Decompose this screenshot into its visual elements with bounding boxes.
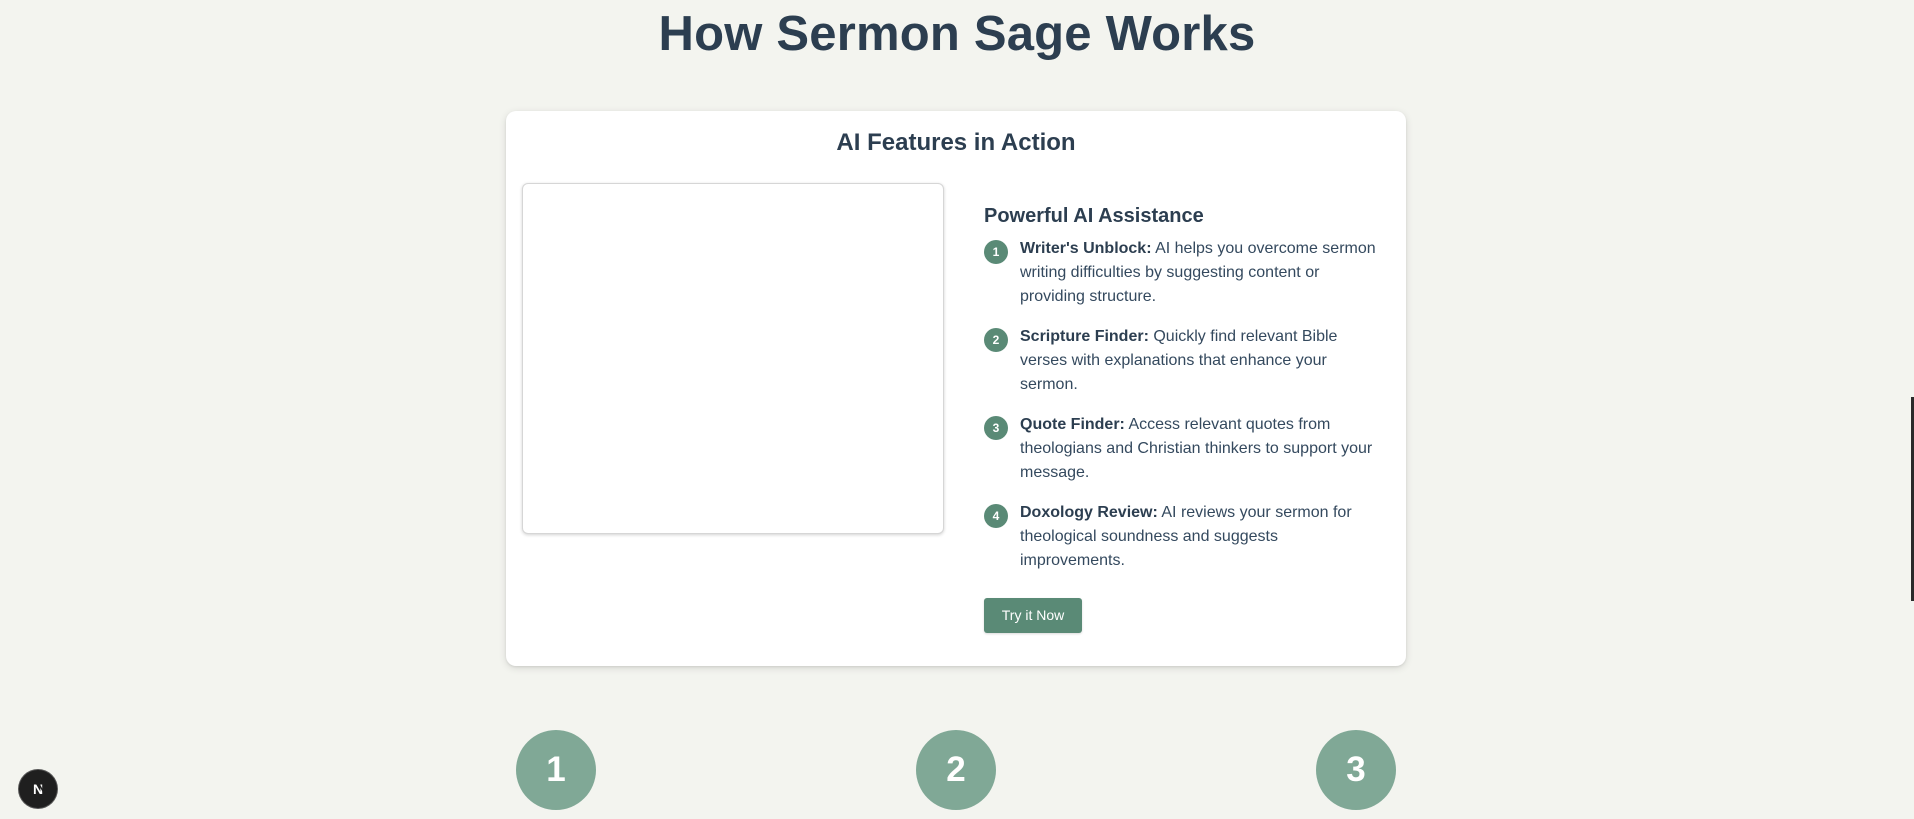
ai-features-card: AI Features in Action Powerful AI Assist… xyxy=(506,111,1406,666)
card-title: AI Features in Action xyxy=(836,129,1076,156)
step-circle-2: 2 xyxy=(916,730,996,810)
feature-item-writers-unblock: 1 Writer's Unblock: AI helps you overcom… xyxy=(984,237,1384,309)
feature-name: Doxology Review: xyxy=(1020,504,1158,521)
feature-number-badge: 4 xyxy=(984,504,1008,528)
feature-item-quote-finder: 3 Quote Finder: Access relevant quotes f… xyxy=(984,413,1384,485)
feature-name: Quote Finder: xyxy=(1020,416,1125,433)
demo-media-frame xyxy=(522,183,944,534)
feature-item-doxology-review: 4 Doxology Review: AI reviews your sermo… xyxy=(984,501,1384,573)
features-heading: Powerful AI Assistance xyxy=(984,205,1204,227)
feature-number-badge: 1 xyxy=(984,240,1008,264)
feature-list: 1 Writer's Unblock: AI helps you overcom… xyxy=(984,237,1384,573)
try-it-now-button[interactable]: Try it Now xyxy=(984,598,1082,633)
feature-item-scripture-finder: 2 Scripture Finder: Quickly find relevan… xyxy=(984,325,1384,397)
page-title: How Sermon Sage Works xyxy=(658,7,1256,61)
feature-name: Scripture Finder: xyxy=(1020,328,1149,345)
feature-number-badge: 3 xyxy=(984,416,1008,440)
features-panel: Powerful AI Assistance 1 Writer's Unbloc… xyxy=(984,201,1384,589)
step-circle-1: 1 xyxy=(516,730,596,810)
nextjs-logo-icon: N xyxy=(33,781,45,797)
feature-number-badge: 2 xyxy=(984,328,1008,352)
nextjs-dev-badge[interactable]: N xyxy=(19,770,57,808)
feature-name: Writer's Unblock: xyxy=(1020,240,1152,257)
step-circle-3: 3 xyxy=(1316,730,1396,810)
